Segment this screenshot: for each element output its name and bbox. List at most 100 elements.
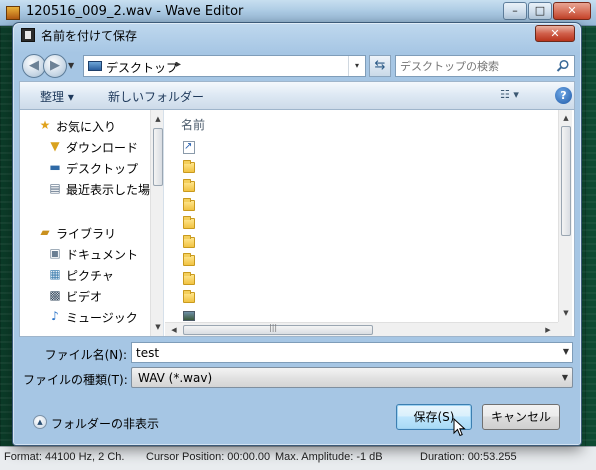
star-icon: ★ [39, 118, 51, 132]
nav-videos-label: ビデオ [66, 290, 103, 304]
search-icon[interactable] [556, 59, 570, 73]
file-row-folder[interactable] [183, 235, 197, 249]
refresh-button[interactable]: ⇆ [369, 55, 391, 77]
search-box[interactable] [395, 55, 575, 77]
nav-desktop[interactable]: ▬ デスクトップ [20, 158, 150, 178]
chevron-down-icon[interactable]: ▼ [563, 347, 569, 356]
nav-favorites[interactable]: ★ お気に入り [20, 116, 150, 136]
forward-arrow-icon: ▶ [50, 58, 60, 73]
file-type-label: ファイルの種類(T): [23, 373, 128, 387]
change-view-button[interactable]: ☷ ▾ [500, 88, 534, 104]
pictures-icon: ▦ [49, 267, 61, 281]
file-row-folder[interactable] [183, 160, 197, 174]
address-location[interactable]: デスクトップ [106, 59, 178, 76]
dialog-titlebar[interactable]: 名前を付けて保存 ✕ [13, 23, 581, 47]
scroll-down-arrow-icon[interactable]: ▼ [153, 322, 163, 332]
file-row-shortcut[interactable] [183, 141, 197, 155]
refresh-icon: ⇆ [374, 58, 386, 73]
nav-pictures-label: ピクチャ [66, 269, 114, 283]
file-name-combobox[interactable]: ▼ [131, 342, 573, 363]
command-bar: 整理 ▾ 新しいフォルダー ☷ ▾ ? [19, 81, 575, 109]
desktop-icon: ▬ [49, 160, 61, 174]
nav-music[interactable]: ♪ ミュージック [20, 307, 150, 327]
file-row-folder[interactable] [183, 198, 197, 212]
scroll-left-arrow-icon[interactable]: ◀ [169, 325, 179, 335]
nav-downloads-label: ダウンロード [66, 141, 139, 155]
nav-music-label: ミュージック [66, 311, 138, 325]
file-row-folder[interactable] [183, 179, 197, 193]
image-file-icon [183, 311, 195, 321]
maximize-button[interactable]: □ [528, 2, 552, 20]
file-list-vertical-scrollbar[interactable]: ▲ ▼ [558, 110, 572, 322]
folder-icon [183, 216, 195, 229]
folder-icon [183, 198, 195, 211]
dialog-title: 名前を付けて保存 [41, 29, 138, 43]
recent-locations-dropdown[interactable]: ▼ [68, 61, 74, 70]
scroll-right-arrow-icon[interactable]: ▶ [543, 325, 553, 335]
dialog-app-icon [21, 28, 35, 42]
file-name-input[interactable] [136, 345, 546, 360]
nav-videos[interactable]: ▩ ビデオ [20, 286, 150, 306]
organize-menu-button[interactable]: 整理 ▾ [40, 88, 74, 105]
file-row-image[interactable] [183, 308, 197, 322]
status-bar: Format: 44100 Hz, 2 Ch. Cursor Position:… [0, 446, 596, 470]
nav-libraries-label: ライブラリ [56, 227, 117, 241]
folder-icon [183, 160, 195, 173]
new-folder-button[interactable]: 新しいフォルダー [108, 88, 204, 105]
close-app-button[interactable]: ✕ [553, 2, 591, 20]
breadcrumb-arrow-icon[interactable]: ▸ [176, 59, 181, 70]
file-type-value[interactable]: WAV (*.wav) [138, 371, 212, 385]
status-cursor-position: Cursor Position: 00:00.00 [146, 451, 271, 463]
file-list-pane: 名前 ▲ ▼ ◀ ▶ [165, 110, 574, 336]
file-row-folder[interactable] [183, 272, 197, 286]
nav-documents[interactable]: ▣ ドキュメント [20, 244, 150, 264]
library-icon: ▰ [40, 225, 50, 239]
back-arrow-icon: ◀ [29, 58, 39, 73]
nav-recent-places-label: 最近表示した場所 [66, 183, 163, 197]
navigation-scrollbar[interactable]: ▲ ▼ [150, 110, 163, 336]
recent-places-icon: ▤ [49, 181, 61, 195]
wave-editor-title: 120516_009_2.wav - Wave Editor [26, 4, 244, 19]
shortcut-icon [183, 141, 195, 154]
status-format: Format: 44100 Hz, 2 Ch. [4, 451, 125, 463]
folder-icon [183, 235, 195, 248]
save-as-dialog: 名前を付けて保存 ✕ ◀ ▶ ▼ デスクトップ ▸ ▾ ⇆ 整理 ▾ 新しいフォ… [12, 22, 582, 446]
file-list-vscroll-thumb[interactable] [561, 126, 571, 236]
forward-button[interactable]: ▶ [43, 54, 67, 78]
nav-downloads[interactable]: ▼ ダウンロード [20, 137, 150, 157]
status-max-amplitude: Max. Amplitude: -1 dB [275, 451, 383, 463]
name-column-header[interactable]: 名前 [181, 116, 205, 133]
folder-icon [183, 290, 195, 303]
minimize-button[interactable]: – [503, 2, 527, 20]
file-row-folder[interactable] [183, 253, 197, 267]
scroll-down-arrow-icon[interactable]: ▼ [561, 308, 571, 318]
documents-icon: ▣ [49, 246, 61, 260]
nav-desktop-label: デスクトップ [66, 162, 139, 176]
file-type-select[interactable]: WAV (*.wav) ▼ [131, 367, 573, 388]
address-dropdown-button[interactable]: ▾ [348, 56, 365, 76]
address-bar[interactable]: デスクトップ ▸ ▾ [83, 55, 366, 77]
scroll-up-arrow-icon[interactable]: ▲ [153, 114, 163, 124]
navigation-scroll-thumb[interactable] [153, 128, 163, 186]
dialog-close-button[interactable]: ✕ [535, 25, 575, 42]
search-input[interactable] [400, 58, 550, 74]
hide-folders-label: フォルダーの非表示 [51, 417, 160, 431]
nav-pictures[interactable]: ▦ ピクチャ [20, 265, 150, 285]
folder-icon [183, 253, 195, 266]
scroll-corner [558, 322, 572, 336]
scroll-up-arrow-icon[interactable]: ▲ [561, 113, 571, 123]
cancel-button[interactable]: キャンセル [482, 404, 560, 430]
wave-editor-app-icon [6, 6, 20, 20]
file-list-horizontal-scrollbar[interactable]: ◀ ▶ [165, 322, 558, 336]
file-row-folder[interactable] [183, 290, 197, 304]
file-row-folder[interactable] [183, 216, 197, 230]
download-folder-icon: ▼ [50, 139, 60, 153]
file-list-hscroll-thumb[interactable] [183, 323, 373, 335]
help-icon[interactable]: ? [555, 87, 572, 104]
desktop-icon [88, 61, 102, 71]
status-duration: Duration: 00:53.255 [420, 451, 517, 463]
nav-libraries[interactable]: ▰ ライブラリ [20, 223, 150, 243]
nav-recent-places[interactable]: ▤ 最近表示した場所 [20, 179, 162, 199]
browser-panes: ★ お気に入り ▼ ダウンロード ▬ デスクトップ ▤ 最近表示した場所 ▰ ラ… [19, 109, 575, 337]
chevron-down-icon[interactable]: ▼ [562, 373, 568, 382]
